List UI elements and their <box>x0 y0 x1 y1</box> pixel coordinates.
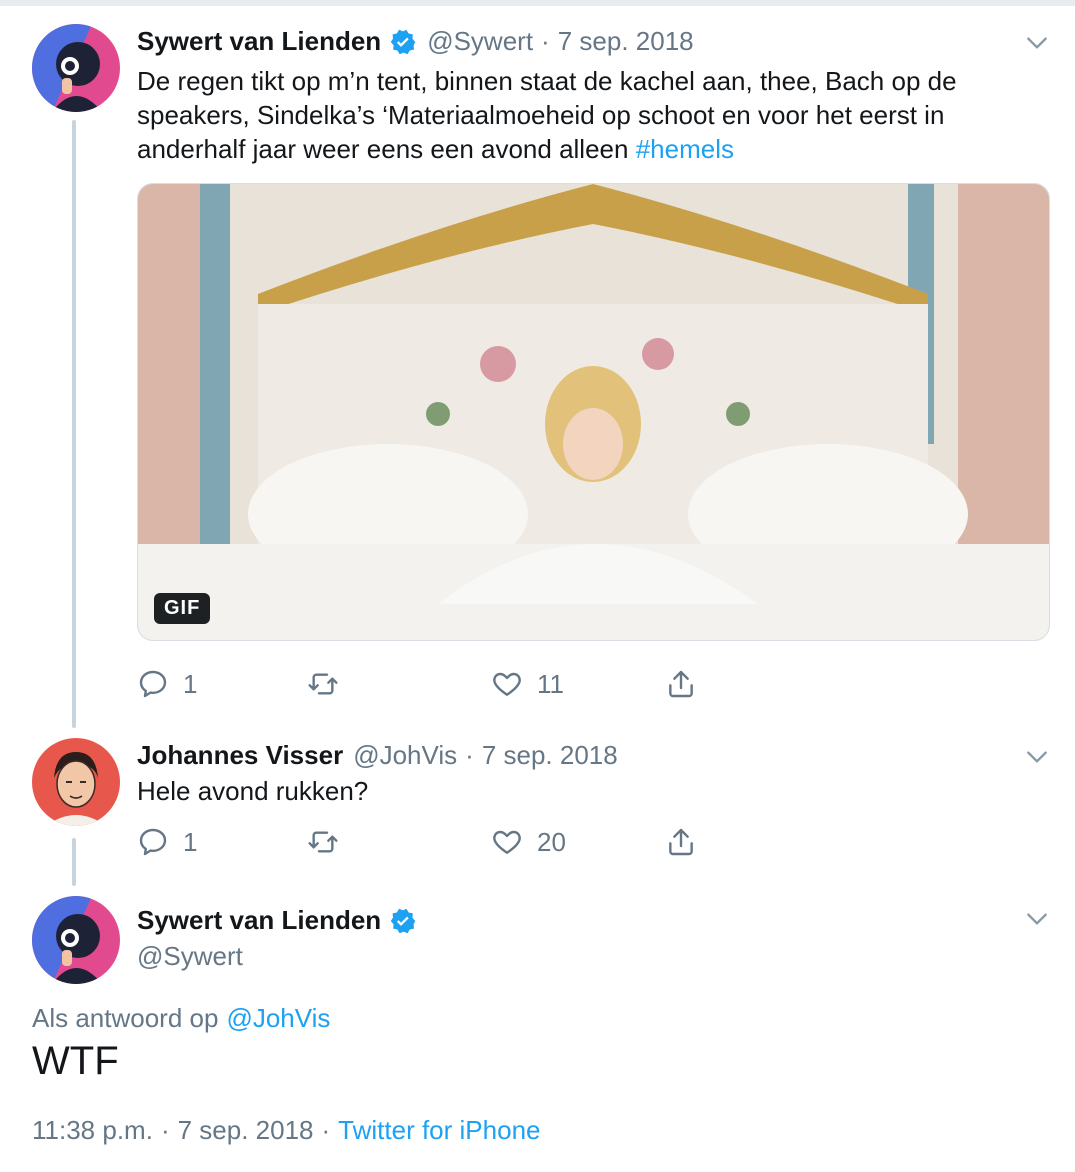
tweet-timestamp-row: 11:38 p.m. · 7 sep. 2018 · Twitter for i… <box>32 1115 540 1146</box>
tweet-time[interactable]: 11:38 p.m. <box>32 1115 153 1146</box>
reply-button[interactable]: 1 <box>137 668 307 700</box>
top-divider <box>0 0 1075 6</box>
tweet-actions: 1 20 <box>137 826 697 858</box>
share-button[interactable] <box>665 826 697 858</box>
gif-image <box>138 184 1049 640</box>
main-tweet-text: WTF <box>32 1039 119 1083</box>
tweet-header: Sywert van Lienden @Sywert · 7 sep. 2018 <box>137 26 694 57</box>
reply-prefix: Als antwoord op <box>32 1003 219 1033</box>
chevron-down-icon[interactable] <box>1024 30 1050 56</box>
like-count: 11 <box>537 668 564 699</box>
share-icon <box>669 828 693 856</box>
tweet-text: De regen tikt op m’n tent, binnen staat … <box>137 64 1057 166</box>
meta-separator: · <box>321 1115 331 1145</box>
author-name[interactable]: Johannes Visser <box>137 740 343 771</box>
reply-icon <box>139 828 167 856</box>
like-icon <box>493 830 521 854</box>
tweet-date[interactable]: 7 sep. 2018 <box>178 1115 314 1146</box>
tweet-source-link[interactable]: Twitter for iPhone <box>338 1115 540 1146</box>
like-button[interactable]: 20 <box>491 826 665 858</box>
retweet-button[interactable] <box>307 668 491 700</box>
tweet-text: Hele avond rukken? <box>137 776 369 806</box>
author-name[interactable]: Sywert van Lienden <box>137 905 381 936</box>
reply-context: Als antwoord op @JohVis <box>32 1003 330 1034</box>
retweet-icon <box>308 831 338 853</box>
avatar-johannes[interactable] <box>32 738 120 826</box>
gif-badge: GIF <box>154 593 211 624</box>
gif-media[interactable]: GIF <box>137 183 1050 641</box>
reply-count: 1 <box>183 826 198 857</box>
share-icon <box>669 670 693 698</box>
chevron-down-icon[interactable] <box>1024 744 1050 770</box>
meta-separator: · <box>541 26 550 56</box>
tweet-date[interactable]: 7 sep. 2018 <box>482 740 618 771</box>
reply-count: 1 <box>183 668 198 699</box>
tweet-actions: 1 11 <box>137 668 697 700</box>
tweet-body: De regen tikt op m’n tent, binnen staat … <box>137 66 957 164</box>
share-button[interactable] <box>665 668 697 700</box>
reply-icon <box>139 670 167 698</box>
retweet-button[interactable] <box>307 826 491 858</box>
like-button[interactable]: 11 <box>491 668 665 700</box>
tweet-date[interactable]: 7 sep. 2018 <box>558 26 694 57</box>
like-icon <box>493 672 521 696</box>
retweet-icon <box>308 673 338 695</box>
author-handle[interactable]: @JohVis <box>353 740 457 771</box>
verified-badge-icon <box>390 908 416 933</box>
like-count: 20 <box>537 826 566 857</box>
meta-separator: · <box>465 740 474 770</box>
reply-button[interactable]: 1 <box>137 826 307 858</box>
avatar-sywert[interactable] <box>32 24 120 112</box>
author-handle[interactable]: @Sywert <box>137 941 243 972</box>
thread-line <box>72 120 76 728</box>
chevron-down-icon[interactable] <box>1024 906 1050 932</box>
verified-badge-icon <box>390 29 416 54</box>
author-name[interactable]: Sywert van Lienden <box>137 26 381 57</box>
author-handle[interactable]: @Sywert <box>427 26 533 57</box>
avatar-sywert[interactable] <box>32 896 120 984</box>
tweet-header: Johannes Visser @JohVis · 7 sep. 2018 <box>137 740 618 771</box>
reply-to-link[interactable]: @JohVis <box>226 1003 330 1034</box>
meta-separator: · <box>160 1115 170 1145</box>
hashtag-link[interactable]: #hemels <box>636 134 734 164</box>
thread-line <box>72 838 76 886</box>
tweet-header: Sywert van Lienden <box>137 905 427 936</box>
